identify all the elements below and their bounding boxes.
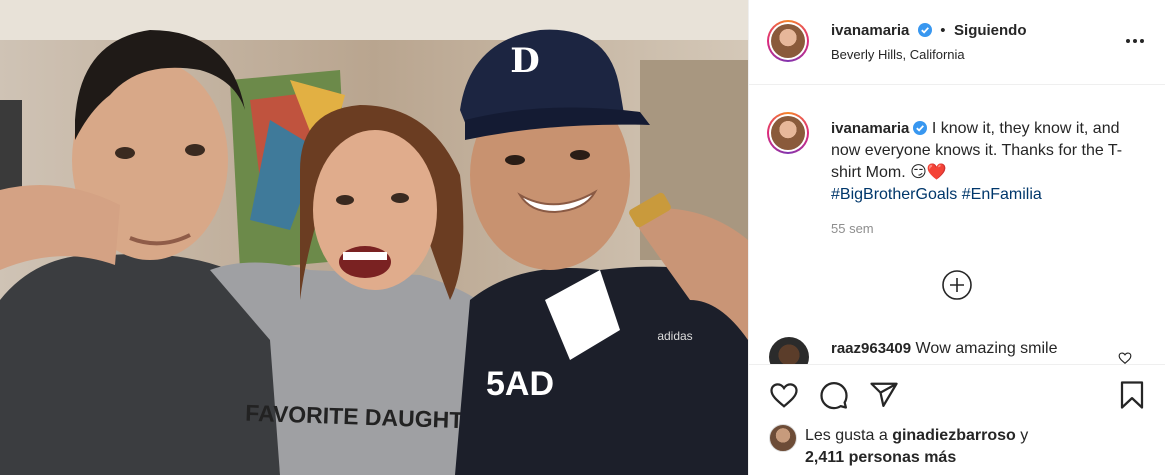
action-bar: Les gusta a ginadiezbarroso y 2,411 pers… <box>749 364 1165 476</box>
share-icon[interactable] <box>869 380 899 410</box>
follow-status-button[interactable]: Siguiendo <box>954 22 1027 39</box>
comment: raaz963409 Wow amazing smile <box>831 340 1131 358</box>
heart-icon[interactable] <box>769 380 799 410</box>
shirt-text-right: 5AD <box>486 365 554 403</box>
comment-username[interactable]: raaz963409 <box>831 340 911 357</box>
caption-avatar[interactable] <box>767 112 809 154</box>
caption-username[interactable]: ivanamaria <box>831 120 909 137</box>
post-sidebar: ivanamaria • Siguiendo Beverly Hills, Ca… <box>748 0 1165 476</box>
hashtag-link[interactable]: #EnFamilia <box>962 186 1042 203</box>
comment-text: Wow amazing smile <box>915 340 1058 357</box>
comment-icon[interactable] <box>819 380 849 410</box>
header-username[interactable]: ivanamaria <box>831 22 909 39</box>
location-link[interactable]: Beverly Hills, California <box>831 47 965 62</box>
post-photo[interactable]: FAVORITE DAUGHTER D 5AD adidas <box>0 0 748 475</box>
likes-user[interactable]: ginadiezbarroso <box>892 427 1016 444</box>
likes-summary[interactable]: Les gusta a ginadiezbarroso y 2,411 pers… <box>805 425 1028 469</box>
verified-icon <box>917 23 932 37</box>
caption-emojis: 😏❤️ <box>910 164 947 181</box>
liker-avatar[interactable] <box>769 424 797 452</box>
likes-joiner: y <box>1020 427 1029 444</box>
more-options-icon[interactable] <box>1124 30 1146 52</box>
verified-icon <box>913 121 928 135</box>
bookmark-icon[interactable] <box>1117 380 1147 410</box>
heart-icon[interactable] <box>1118 351 1132 365</box>
load-comments-icon[interactable] <box>941 269 973 301</box>
likes-prefix: Les gusta a <box>805 427 888 444</box>
separator: • <box>940 22 946 39</box>
jacket-brand: adidas <box>657 329 692 343</box>
post-image: FAVORITE DAUGHTER D 5AD adidas <box>0 0 748 475</box>
post-header: ivanamaria • Siguiendo Beverly Hills, Ca… <box>749 0 1165 85</box>
header-line: ivanamaria • Siguiendo <box>831 22 1027 40</box>
hashtag-link[interactable]: #BigBrotherGoals <box>831 186 957 203</box>
likes-others[interactable]: 2,411 personas más <box>805 449 956 466</box>
caption-timestamp[interactable]: 55 sem <box>831 221 874 236</box>
avatar[interactable] <box>767 20 809 62</box>
caption: ivanamaria I know it, they know it, and … <box>831 118 1131 206</box>
cap-logo: D <box>510 41 539 81</box>
